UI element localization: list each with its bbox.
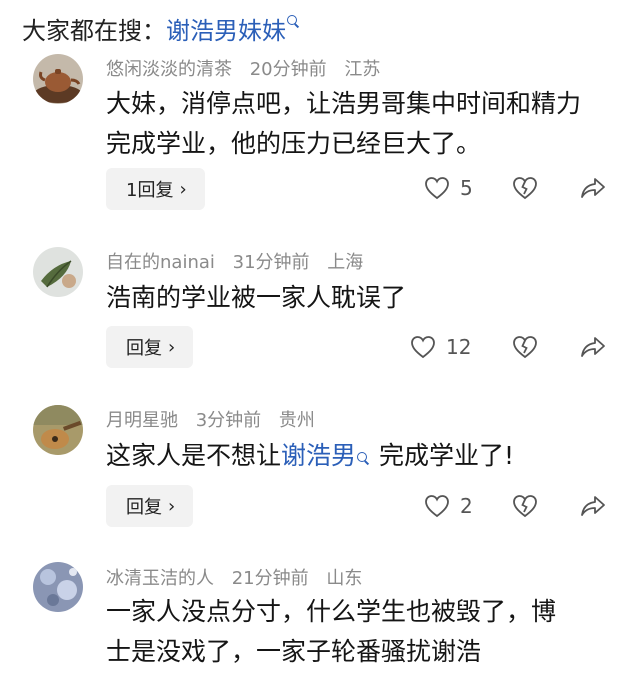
comment-location: 江苏: [344, 59, 381, 80]
chevron-right-icon: ›: [179, 178, 187, 200]
inline-search-link-text[interactable]: 谢浩男: [281, 441, 356, 470]
comment-username[interactable]: 自在的nainai: [106, 252, 215, 273]
search-suggestion-bar: 大家都在搜： 谢浩男妹妹: [22, 8, 299, 48]
reply-label: 回复: [126, 338, 162, 359]
share-arrow-icon[interactable]: [580, 494, 606, 518]
comment-time: 3分钟前: [195, 410, 262, 431]
comment-time: 31分钟前: [232, 252, 310, 273]
comment-username[interactable]: 月明星驰: [106, 410, 178, 431]
comment-location: 山东: [326, 568, 363, 589]
broken-heart-icon[interactable]: [512, 335, 538, 359]
search-icon: [287, 15, 299, 27]
reply-label: 1回复: [126, 180, 174, 201]
comment-text: 这家人是不想让谢浩男 完成学业了!: [106, 436, 606, 476]
comment-time: 21分钟前: [231, 568, 309, 589]
search-icon: [357, 452, 369, 464]
comment-time: 20分钟前: [249, 59, 327, 80]
reply-button[interactable]: 回复 ›: [106, 485, 194, 527]
avatar[interactable]: [33, 54, 83, 104]
share-arrow-icon[interactable]: [580, 335, 606, 359]
inline-search-link[interactable]: 谢浩男: [281, 441, 379, 470]
comment-text: 大妹，消停点吧，让浩男哥集中时间和精力完成学业，他的压力已经巨大了。: [106, 89, 582, 158]
comment-username[interactable]: 冰清玉洁的人: [106, 568, 214, 589]
reply-button[interactable]: 回复 ›: [106, 326, 194, 368]
comment-text-part: 这家人是不想让: [106, 441, 282, 470]
comment-meta: 自在的nainai 31分钟前 上海: [106, 248, 375, 274]
search-suggestion-term[interactable]: 谢浩男妹妹: [166, 11, 286, 46]
share-arrow-icon[interactable]: [580, 176, 606, 200]
broken-heart-icon[interactable]: [512, 176, 538, 200]
comment-text: 一家人没点分寸，什么学生也被毁了，博士是没戏了，一家子轮番骚扰谢浩: [106, 597, 557, 666]
comment-text: 浩南的学业被一家人耽误了: [106, 283, 407, 312]
like-button[interactable]: 5: [424, 176, 473, 200]
chevron-right-icon: ›: [168, 336, 176, 358]
comment-location: 贵州: [278, 410, 315, 431]
comment-location: 上海: [327, 252, 364, 273]
avatar[interactable]: [33, 247, 83, 297]
comment-meta: 月明星驰 3分钟前 贵州: [106, 406, 327, 432]
comment-meta: 悠闲淡淡的清茶 20分钟前 江苏: [106, 55, 392, 81]
search-suggestion-link[interactable]: 谢浩男妹妹: [166, 11, 299, 46]
comment-username[interactable]: 悠闲淡淡的清茶: [106, 59, 232, 80]
chevron-right-icon: ›: [168, 495, 176, 517]
like-button[interactable]: 2: [424, 494, 473, 518]
reply-button[interactable]: 1回复 ›: [106, 168, 205, 210]
reply-label: 回复: [126, 497, 162, 518]
like-count: 12: [446, 335, 472, 359]
heart-outline-icon: [425, 177, 449, 200]
like-count: 2: [460, 494, 473, 518]
avatar[interactable]: [33, 405, 83, 455]
heart-outline-icon: [411, 336, 435, 359]
comment-text-part: 完成学业了!: [379, 441, 515, 470]
search-suggestion-label: 大家都在搜：: [22, 16, 166, 45]
avatar[interactable]: [33, 562, 83, 612]
like-button[interactable]: 12: [410, 335, 471, 359]
broken-heart-icon[interactable]: [512, 494, 538, 518]
comment-meta: 冰清玉洁的人 21分钟前 山东: [106, 564, 374, 590]
heart-outline-icon: [425, 495, 449, 518]
like-count: 5: [460, 176, 473, 200]
